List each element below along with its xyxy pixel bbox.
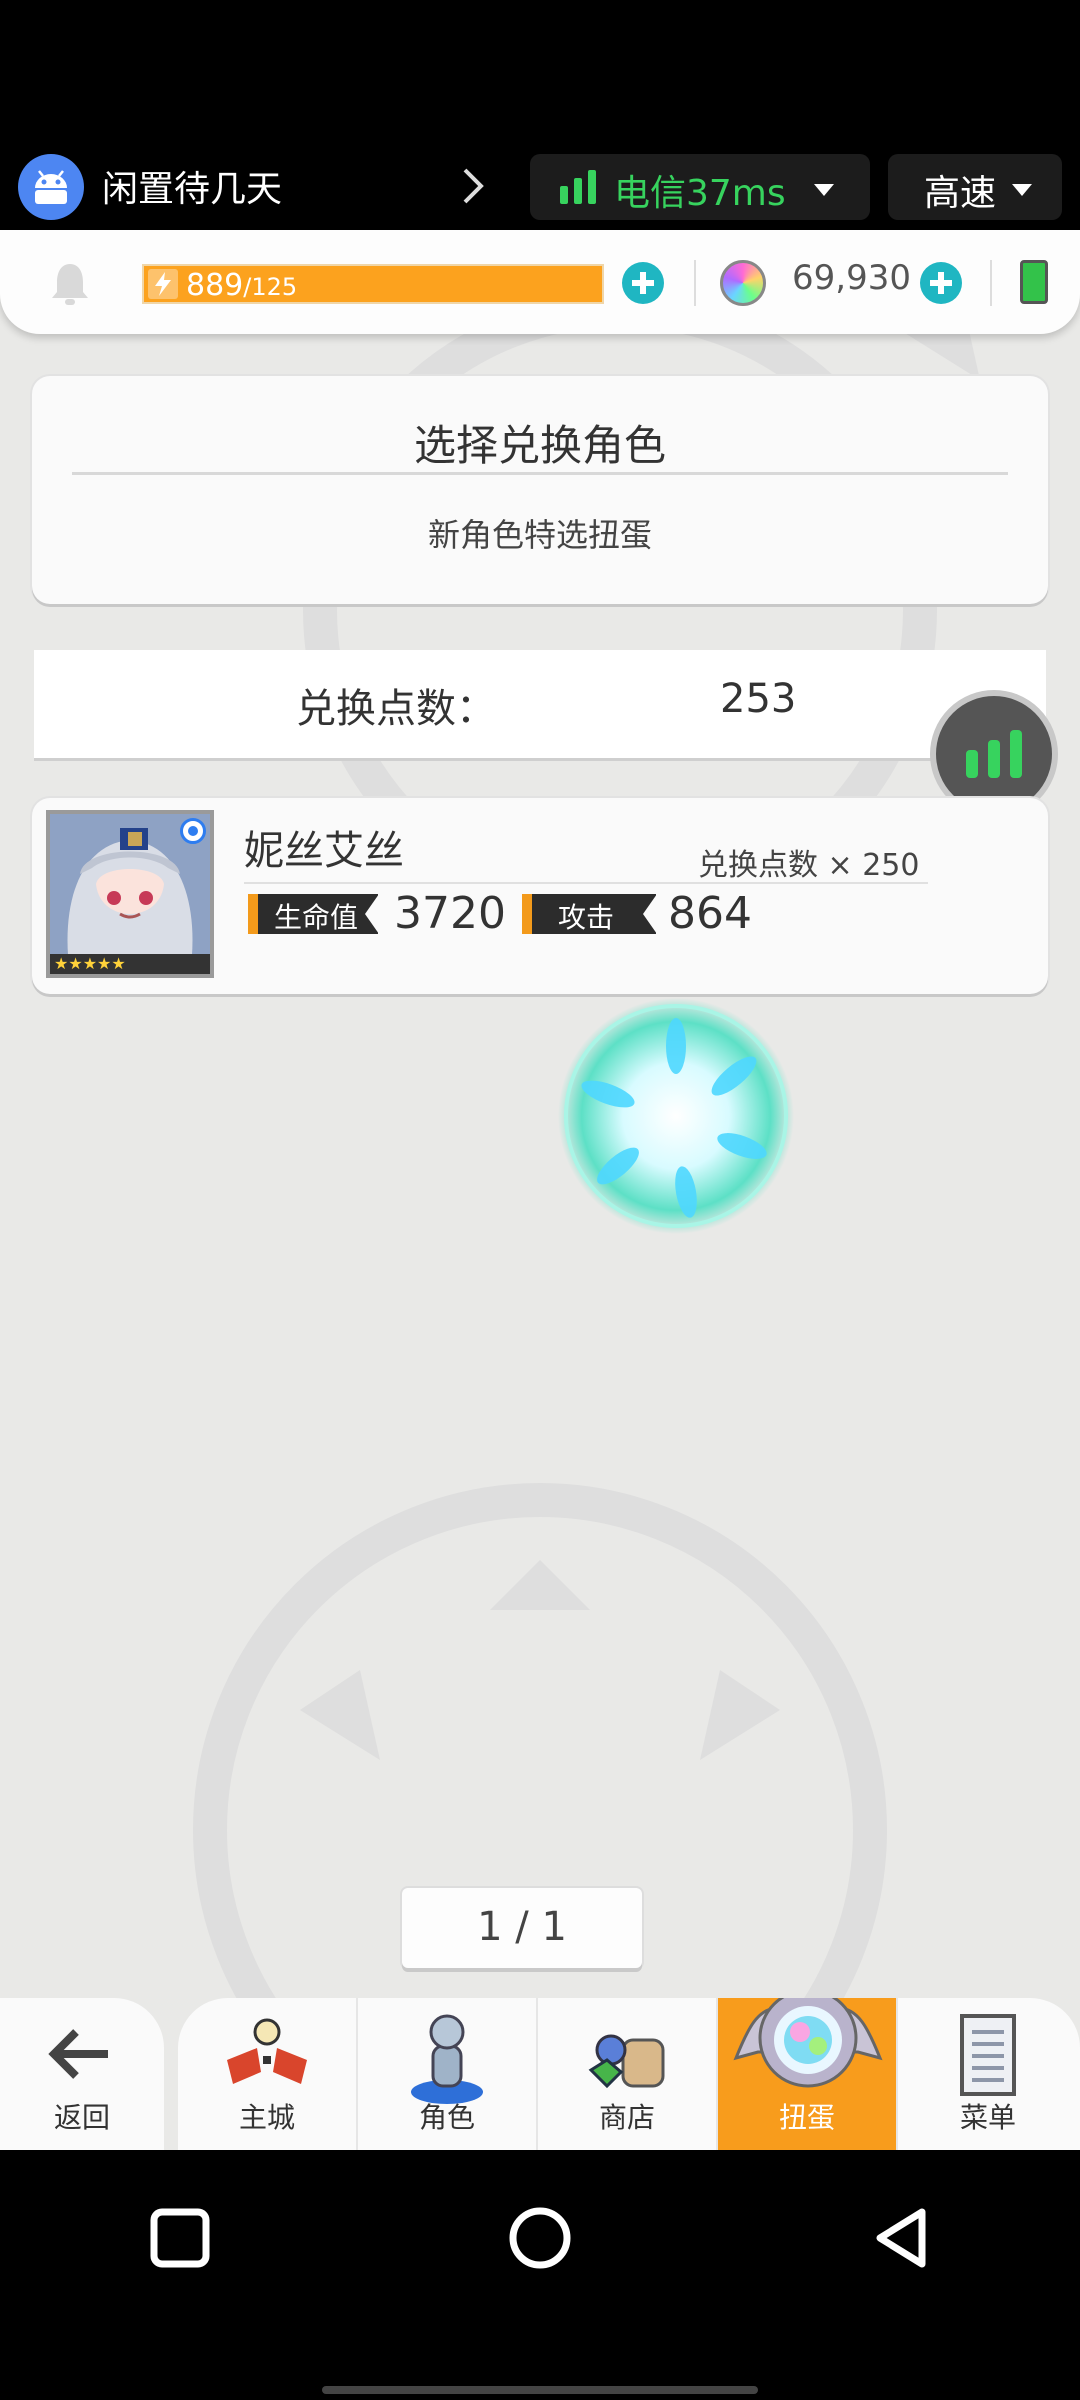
energy-max: /125	[243, 273, 298, 301]
character-portrait: ★★★★★	[46, 810, 214, 978]
divider	[694, 260, 696, 306]
app-name[interactable]: 闲置待几天	[102, 160, 282, 212]
rarity-stars: ★★★★★	[50, 954, 210, 974]
exchange-header-card: 选择兑换角色 新角色特选扭蛋	[32, 376, 1048, 604]
nav-label-character: 角色	[418, 2101, 475, 2134]
nav-item-character[interactable]: 角色	[358, 1998, 538, 2150]
element-badge-icon	[180, 818, 206, 844]
game-screen: 889/125 69,930 选择兑换角色 新角色特选扭蛋 兑换点数： 253	[0, 230, 1080, 2150]
nav-item-shop[interactable]: 商店	[538, 1998, 718, 2150]
hp-value: 3720	[394, 888, 506, 939]
points-value: 253	[720, 676, 797, 722]
nav-item-town[interactable]: 主城	[178, 1998, 358, 2150]
points-label: 兑换点数：	[296, 686, 496, 732]
nav-label-shop: 商店	[598, 2101, 655, 2134]
nav-group: 主城 角色 商店 扭蛋 菜单	[178, 1998, 1080, 2150]
page-title: 选择兑换角色	[413, 421, 666, 470]
nav-label-gacha: 扭蛋	[778, 2101, 835, 2134]
overlay-bar: 闲置待几天 电信37ms 高速	[0, 150, 1080, 230]
energy-current: 889	[186, 268, 244, 303]
nav-label-menu: 菜单	[959, 2101, 1016, 2134]
character-card[interactable]: ★★★★★ 妮丝艾丝 兑换点数 × 250 生命值 3720 攻击 864	[32, 798, 1048, 994]
dropdown-arrow-icon	[1012, 184, 1032, 196]
attack-value: 864	[668, 888, 752, 939]
gacha-icon	[733, 1998, 883, 2088]
exchange-cost: 兑换点数 × 250	[698, 848, 920, 883]
add-gems-button[interactable]	[920, 262, 962, 304]
resource-bar: 889/125 69,930	[0, 230, 1080, 334]
nav-item-menu[interactable]: 菜单	[898, 1998, 1078, 2150]
recent-apps-icon[interactable]	[140, 2198, 220, 2278]
bottom-nav: 返回 主城 角色 商店 扭蛋 菜单	[0, 1998, 1080, 2150]
network-selector[interactable]: 电信37ms	[530, 154, 870, 220]
menu-icon	[960, 2014, 1016, 2096]
town-icon	[227, 2018, 307, 2084]
android-app-icon[interactable]	[18, 154, 84, 220]
nav-item-gacha[interactable]: 扭蛋	[718, 1998, 898, 2150]
divider	[244, 882, 928, 884]
gesture-indicator[interactable]	[322, 2386, 758, 2394]
character-name: 妮丝艾丝	[244, 828, 404, 874]
system-nav-bar	[0, 2150, 1080, 2400]
gem-icon	[720, 260, 766, 306]
home-icon[interactable]	[500, 2198, 580, 2278]
exchange-points-box: 兑换点数： 253	[34, 650, 1046, 758]
attack-label: 攻击	[522, 894, 657, 934]
back-button[interactable]: 返回	[0, 1998, 164, 2150]
arrow-left-icon	[48, 2029, 108, 2079]
chevron-right-icon[interactable]	[455, 164, 489, 208]
divider	[72, 472, 1008, 475]
back-nav-icon[interactable]	[862, 2198, 942, 2278]
energy-value: 889/125	[186, 268, 297, 303]
speed-label: 高速	[924, 173, 997, 214]
gem-count: 69,930	[792, 258, 911, 298]
add-energy-button[interactable]	[622, 262, 664, 304]
nav-label-town: 主城	[238, 2101, 295, 2134]
hp-label: 生命值	[248, 894, 379, 934]
tap-effect	[558, 998, 794, 1234]
back-label: 返回	[53, 2101, 110, 2134]
shop-icon	[588, 2034, 665, 2089]
page-indicator: 1 / 1	[402, 1888, 642, 1968]
bell-icon[interactable]	[48, 260, 92, 306]
character-icon	[411, 2014, 483, 2104]
battery-icon	[1020, 260, 1048, 304]
dropdown-arrow-icon	[814, 184, 834, 196]
signal-icon	[966, 730, 1022, 778]
page-subtitle: 新角色特选扭蛋	[427, 516, 652, 554]
lightning-icon	[148, 269, 178, 299]
speed-selector[interactable]: 高速	[888, 154, 1062, 220]
energy-bar: 889/125	[142, 264, 604, 304]
divider	[990, 260, 992, 306]
network-latency: 电信37ms	[614, 173, 786, 214]
signal-icon	[560, 170, 596, 204]
